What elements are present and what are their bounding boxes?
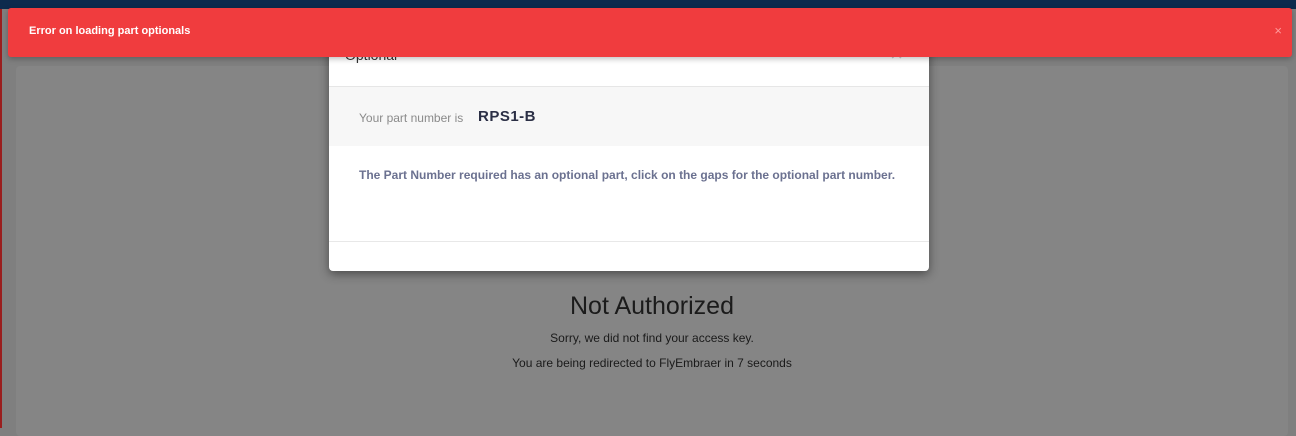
error-toast: Error on loading part optionals × [8, 8, 1292, 57]
not-authorized-title: Not Authorized [570, 292, 734, 320]
error-toast-message: Error on loading part optionals [29, 25, 191, 37]
part-number-label: Your part number is [359, 111, 464, 125]
part-number-band: Your part number is RPS1-B [329, 87, 929, 146]
access-key-message: Sorry, we did not find your access key. [550, 331, 754, 345]
toast-close-icon[interactable]: × [1274, 23, 1282, 38]
modal-footer-divider [329, 241, 929, 242]
redirect-message: You are being redirected to FlyEmbraer i… [512, 356, 792, 370]
part-number-value[interactable]: RPS1-B [478, 108, 536, 125]
optional-part-description: The Part Number required has an optional… [359, 168, 896, 182]
optional-modal: Optional × Your part number is RPS1-B Th… [329, 30, 929, 271]
